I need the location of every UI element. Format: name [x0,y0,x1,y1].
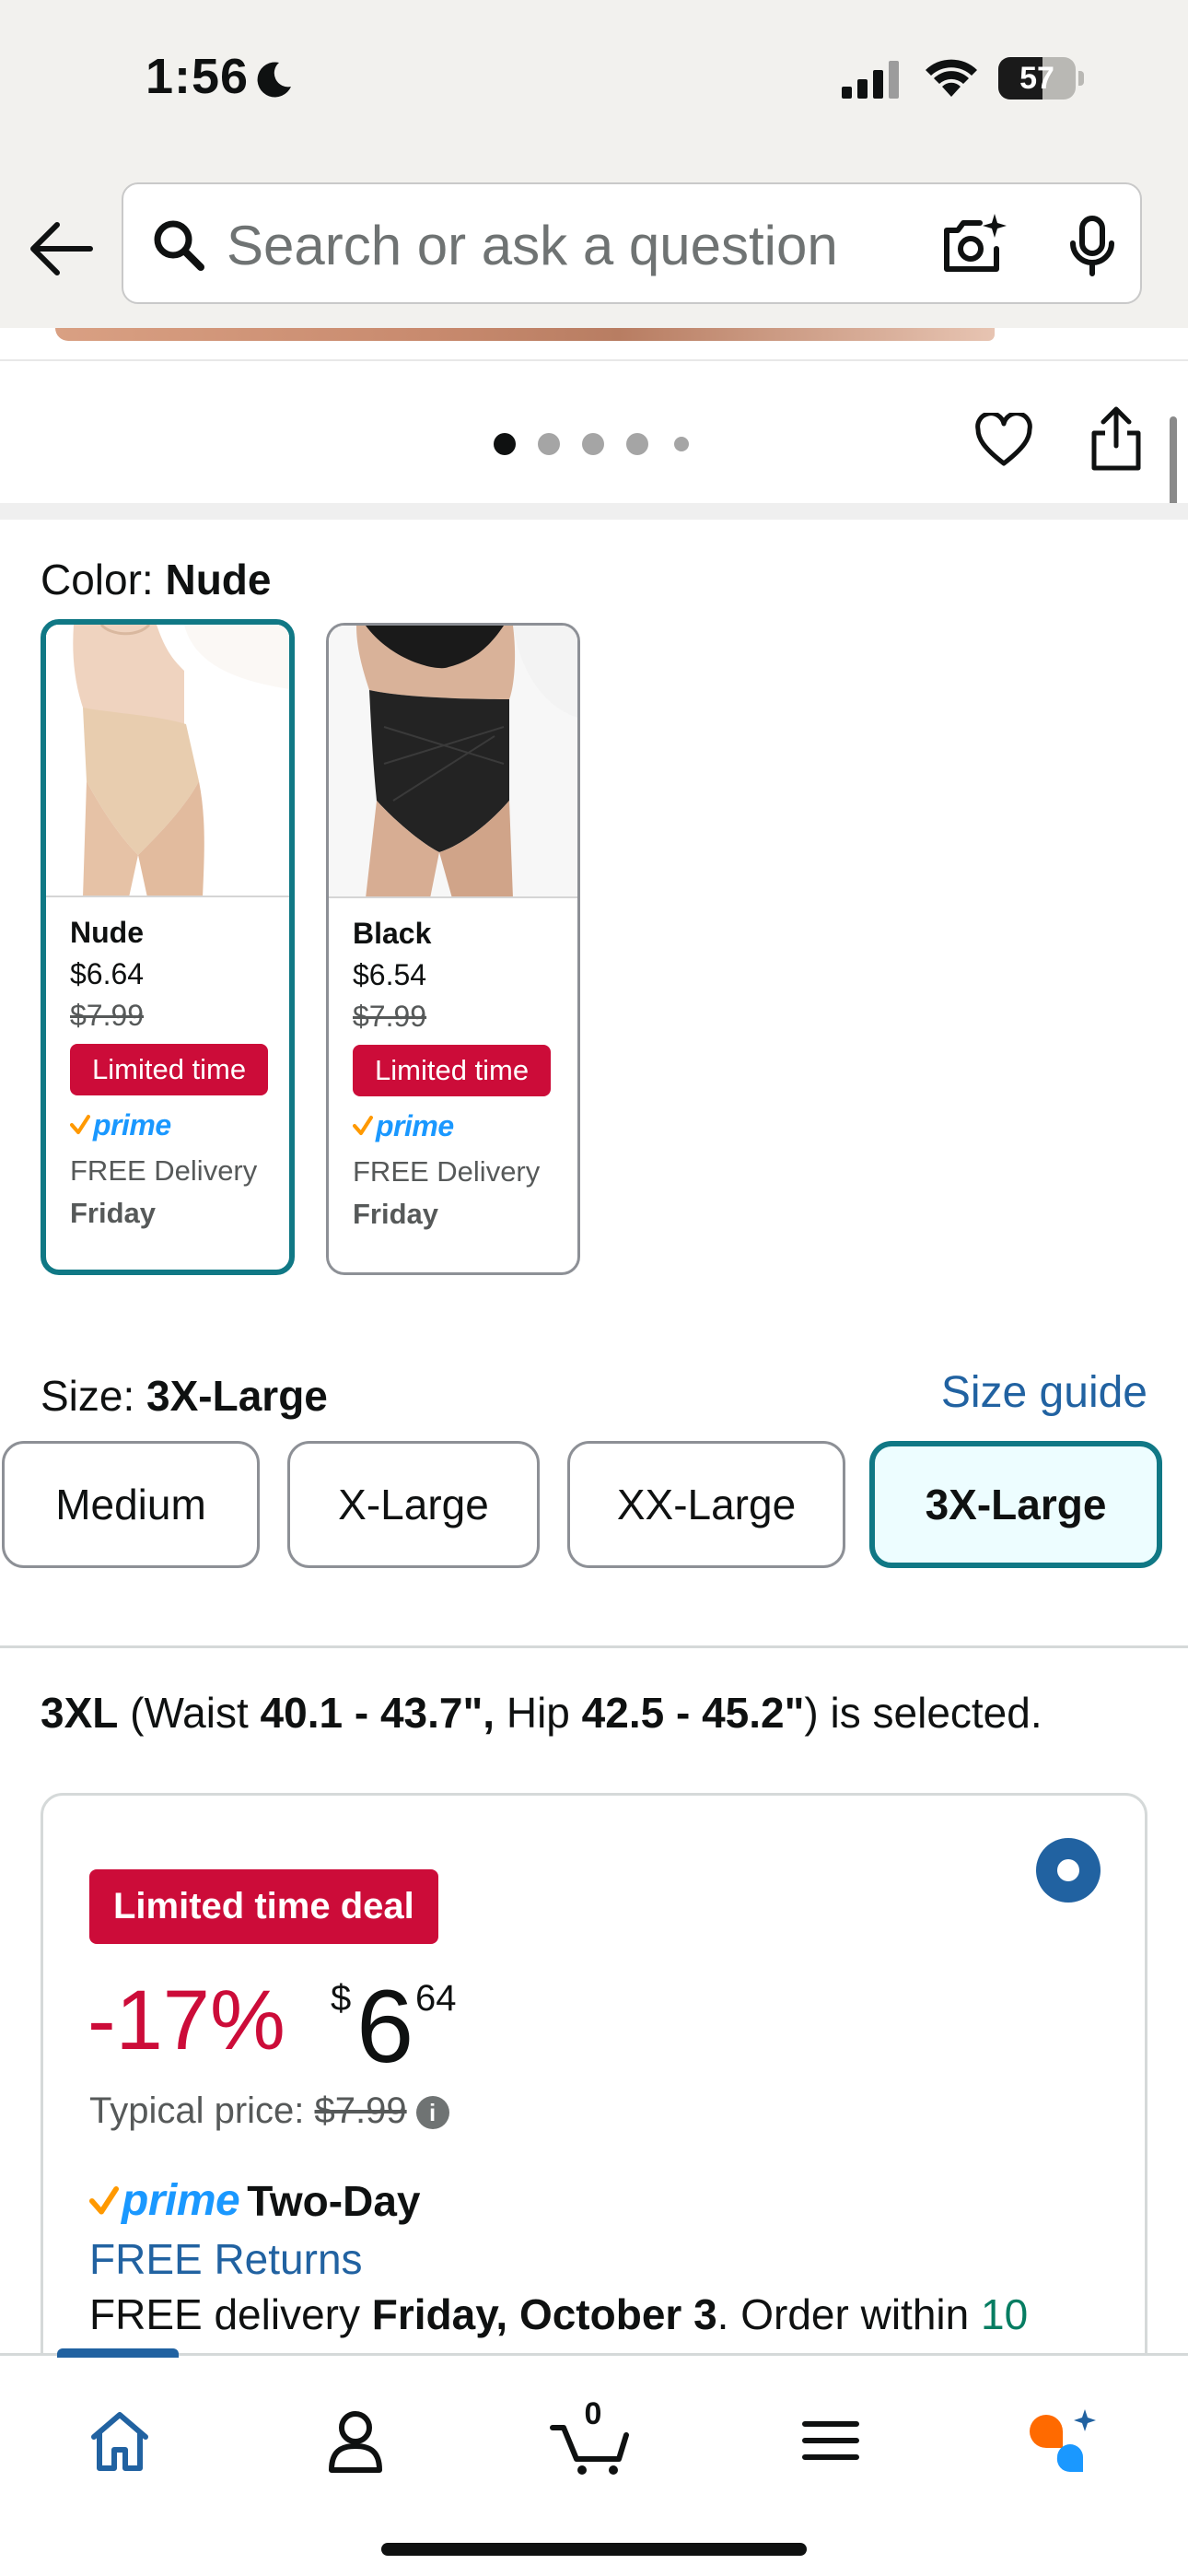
free-returns-link[interactable]: FREE Returns [89,2234,363,2284]
carousel-dot[interactable] [626,433,648,455]
swatch-image-nude [46,625,289,897]
prime-logo: prime [353,1109,577,1142]
carousel-dot[interactable] [538,433,560,455]
discount-percent: -17% [87,1973,285,2067]
search-box[interactable] [122,182,1142,304]
back-arrow-icon[interactable] [26,219,96,278]
prime-logo: prime [122,2176,240,2225]
cart-count: 0 [584,2396,602,2431]
menu-icon[interactable] [786,2404,875,2477]
limited-time-badge: Limited time [70,1044,269,1095]
image-carousel-controls [0,359,1188,503]
prime-check-icon [70,1115,90,1134]
product-photo-nude [46,625,289,896]
heart-icon[interactable] [974,413,1033,468]
share-icon[interactable] [1089,405,1144,472]
swatch-price: $6.64 [70,957,145,990]
carousel-dot[interactable] [582,433,604,455]
battery-icon: 57 [998,57,1084,100]
color-label: Color: Nude [41,556,272,603]
prime-logo: prime [70,1108,289,1142]
search-input[interactable] [227,208,890,282]
limited-time-deal-badge: Limited time deal [89,1869,438,1944]
swatch-name: Black [353,917,432,950]
carousel-dot[interactable] [674,437,689,451]
swatch-delivery-day: Friday [70,1197,157,1229]
home-icon[interactable] [76,2404,164,2477]
section-divider [0,1645,1188,1648]
search-header [0,166,1188,328]
battery-percent: 57 [1019,61,1054,96]
rufus-assistant-icon[interactable] [1020,2404,1109,2477]
two-day-label: Two-Day [247,2176,421,2225]
section-divider [0,503,1188,520]
typical-price: Typical price: $7.99 i [89,2090,449,2132]
swatch-list-price: $7.99 [353,1000,427,1033]
size-guide-link[interactable]: Size guide [941,1367,1147,1418]
size-option-x-large[interactable]: X-Large [287,1441,540,1568]
size-label: Size: 3X-Large [41,1372,328,1420]
cellular-signal-icon [842,61,899,99]
swatch-image-black [329,626,577,898]
status-time: 1:56 [146,49,250,104]
home-indicator [381,2543,807,2556]
swatch-name: Nude [70,916,144,949]
swatch-list-price: $7.99 [70,999,145,1032]
swatch-delivery: FREE Delivery [70,1154,258,1187]
swatch-delivery-day: Friday [353,1198,439,1230]
microphone-icon[interactable] [1068,216,1116,276]
account-icon[interactable] [311,2404,400,2477]
offer-radio-selected[interactable] [1036,1838,1101,1903]
order-countdown: 10 [980,2290,1029,2338]
prime-check-icon [89,2185,119,2215]
status-bar: 1:56 57 [0,0,1188,166]
size-option-3x-large[interactable]: 3X-Large [869,1441,1162,1568]
size-description: 3XL (Waist 40.1 - 43.7", Hip 42.5 - 45.2… [41,1689,1042,1737]
selected-size: 3X-Large [146,1372,328,1420]
product-image-edge [0,328,1188,357]
cart-button[interactable]: 0 [549,2396,637,2477]
active-tab-indicator [57,2348,179,2358]
color-swatch-black[interactable]: Black $6.54 $7.99 Limited time prime FRE… [326,623,580,1275]
wifi-icon [926,59,977,97]
selected-color: Nude [165,556,272,603]
info-icon[interactable]: i [415,2096,449,2130]
size-option-xx-large[interactable]: XX-Large [567,1441,845,1568]
color-swatch-nude[interactable]: Nude $6.64 $7.99 Limited time prime FREE… [41,619,295,1275]
carousel-dot[interactable] [494,433,516,455]
moon-icon [257,62,291,98]
prime-check-icon [353,1116,373,1135]
swatch-delivery: FREE Delivery [353,1155,541,1188]
swatch-price: $6.54 [353,958,427,991]
delivery-estimate: FREE delivery Friday, October 3. Order w… [89,2290,1029,2338]
product-photo-black [329,626,577,896]
search-icon [154,220,204,271]
prime-two-day: prime Two-Day [89,2175,421,2226]
camera-lens-icon[interactable] [941,212,1009,276]
limited-time-badge: Limited time [353,1045,552,1096]
size-option-medium[interactable]: Medium [2,1441,260,1568]
